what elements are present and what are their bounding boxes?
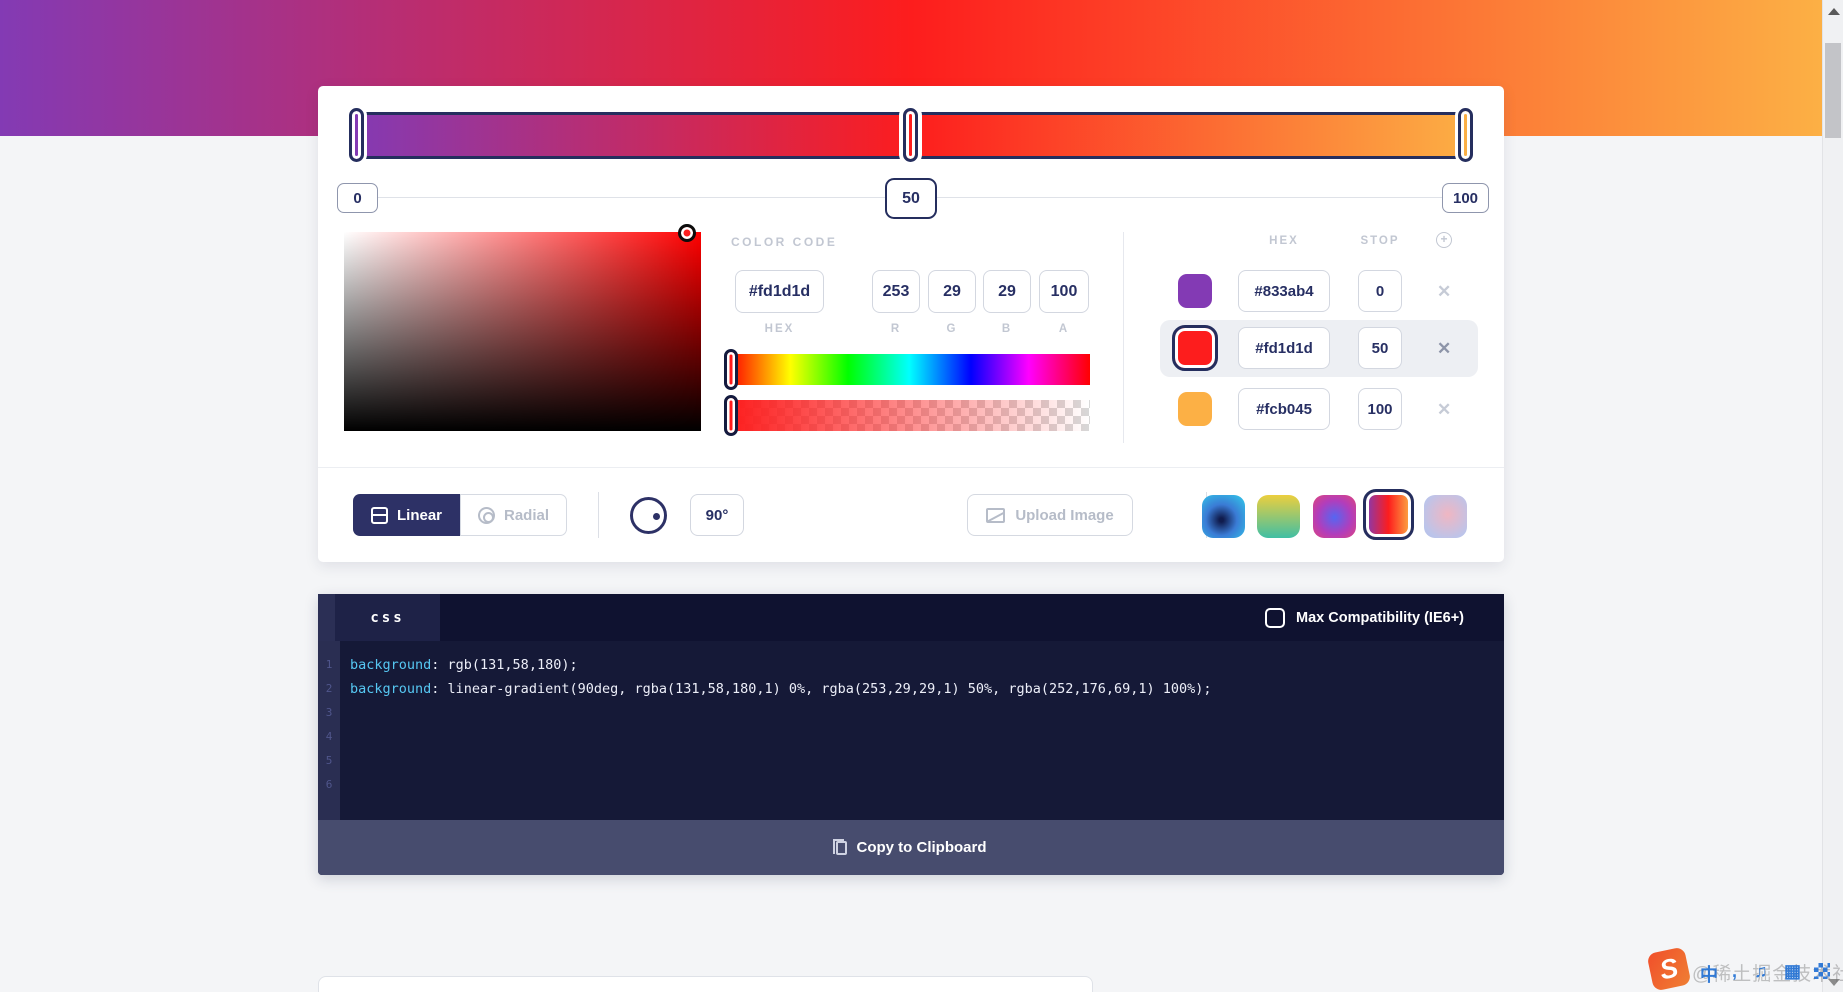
divider: [1123, 232, 1124, 443]
stop-handle-0[interactable]: [349, 108, 364, 162]
ime-microphone-icon: ♫: [1754, 961, 1768, 981]
stop-row-swatch[interactable]: [1178, 274, 1212, 308]
delete-stop-icon[interactable]: ✕: [1437, 400, 1451, 420]
scrollbar-thumb[interactable]: [1825, 43, 1841, 138]
radial-icon: [477, 506, 495, 524]
preset-swatch-blue-magenta[interactable]: [1313, 495, 1356, 538]
saturation-black-overlay: [344, 232, 701, 431]
color-code-title: COLOR CODE: [731, 235, 838, 249]
max-compatibility-label: Max Compatibility (IE6+): [1296, 610, 1464, 626]
css-value: : linear-gradient(90deg, rgba(131,58,180…: [431, 681, 1212, 697]
radial-mode-button[interactable]: Radial: [460, 494, 567, 536]
css-value: : rgb(131,58,180);: [431, 657, 578, 673]
gutter-strip: [318, 594, 335, 641]
tab-css[interactable]: css: [335, 594, 440, 641]
stops-stop-header: STOP: [1360, 235, 1400, 247]
radial-label: Radial: [503, 506, 549, 524]
preset-swatch-soft-pink-blue[interactable]: [1424, 495, 1467, 538]
hue-handle[interactable]: [724, 349, 738, 390]
copy-to-clipboard-button[interactable]: Copy to Clipboard: [318, 820, 1504, 875]
stop-row-hex-input[interactable]: #fcb045: [1238, 388, 1330, 430]
stop-value-badge-100[interactable]: 100: [1442, 183, 1489, 213]
gradient-editor-card: 0 50 100 COLOR CODE #fd1d1d 253 29 29 10…: [318, 86, 1504, 562]
stops-hex-header: HEX: [1269, 235, 1299, 247]
stop-value-badge-50[interactable]: 50: [885, 178, 937, 219]
scrollbar-up-arrow-icon[interactable]: [1828, 8, 1840, 15]
angle-dial-dot: [653, 512, 660, 520]
code-line-2[interactable]: background: linear-gradient(90deg, rgba(…: [350, 681, 1212, 697]
clipboard-icon: [832, 838, 847, 855]
line-number: 3: [325, 706, 333, 719]
watermark: S @稀土掘金技术社区 中 , ♫ ▦: [1646, 946, 1843, 992]
g-label: G: [946, 323, 958, 335]
preset-swatch-radial-blue-cyan[interactable]: [1202, 495, 1245, 538]
g-input[interactable]: 29: [928, 270, 976, 313]
saturation-handle[interactable]: [678, 224, 696, 242]
code-panel-header: css Max Compatibility (IE6+): [318, 594, 1504, 641]
line-number: 2: [325, 682, 333, 695]
divider: [318, 467, 1504, 468]
stop-row-hex-input[interactable]: #833ab4: [1238, 270, 1330, 312]
alpha-gradient-overlay: [729, 400, 1090, 431]
linear-icon: [370, 506, 388, 524]
max-compatibility-checkbox[interactable]: [1265, 608, 1285, 628]
line-number: 5: [325, 754, 333, 767]
ime-keyboard-icon: ▦: [1784, 961, 1802, 981]
copy-label: Copy to Clipboard: [856, 839, 987, 856]
stop-row-stop-input[interactable]: 0: [1358, 270, 1402, 312]
delete-stop-icon[interactable]: ✕: [1437, 339, 1451, 359]
stop-value-badge-0[interactable]: 0: [337, 183, 378, 213]
stop-handle-100[interactable]: [1458, 108, 1473, 162]
preset-swatch-purple-red-orange-selected[interactable]: [1363, 489, 1414, 540]
line-number-gutter: 1 2 3 4 5 6: [318, 641, 340, 820]
hue-slider[interactable]: [729, 354, 1090, 385]
b-input[interactable]: 29: [983, 270, 1031, 313]
csdn-logo-icon: S: [1646, 946, 1692, 992]
gradient-generator-page: { "banner": { "gradient_css": "linear-gr…: [0, 0, 1843, 992]
css-code-panel: css Max Compatibility (IE6+) 1 2 3 4 5 6…: [318, 594, 1504, 875]
stop-row-swatch[interactable]: [1178, 392, 1212, 426]
ime-toolbox-grid-icon: [1814, 963, 1830, 979]
line-number: 4: [325, 730, 333, 743]
ime-chinese-mode-icon: 中: [1700, 965, 1718, 985]
a-input[interactable]: 100: [1039, 270, 1089, 313]
stop-row-hex-input[interactable]: #fd1d1d: [1238, 327, 1330, 369]
saturation-picker[interactable]: [344, 224, 701, 431]
add-stop-icon[interactable]: +: [1436, 232, 1452, 248]
stop-row-stop-input[interactable]: 100: [1358, 388, 1402, 430]
upload-label: Upload Image: [1015, 506, 1114, 524]
ime-punctuation-icon: ,: [1732, 961, 1738, 981]
line-number: 1: [325, 658, 333, 671]
line-number: 6: [325, 778, 333, 791]
upload-image-button[interactable]: Upload Image: [967, 494, 1133, 536]
scrollbar[interactable]: [1822, 0, 1843, 992]
alpha-slider[interactable]: [729, 400, 1090, 431]
linear-mode-button[interactable]: Linear: [353, 494, 460, 536]
code-line-1[interactable]: background: rgb(131,58,180);: [350, 657, 578, 673]
angle-dial[interactable]: [630, 497, 667, 534]
stop-row-swatch-selected[interactable]: [1172, 325, 1218, 371]
hex-input[interactable]: #fd1d1d: [735, 270, 824, 313]
a-label: A: [1058, 323, 1070, 335]
b-label: B: [1001, 323, 1013, 335]
alpha-handle[interactable]: [724, 395, 738, 436]
r-label: R: [890, 323, 902, 335]
next-section-card: [318, 976, 1093, 992]
css-property: background: [350, 657, 432, 673]
css-property: background: [350, 681, 432, 697]
image-icon: [986, 507, 1006, 523]
linear-label: Linear: [396, 506, 442, 524]
stop-row-stop-input[interactable]: 50: [1358, 327, 1402, 369]
stop-handle-50[interactable]: [903, 108, 918, 162]
delete-stop-icon[interactable]: ✕: [1437, 282, 1451, 302]
angle-input[interactable]: 90°: [690, 494, 744, 536]
preset-swatch-yellow-teal[interactable]: [1257, 495, 1300, 538]
divider: [598, 492, 599, 538]
r-input[interactable]: 253: [872, 270, 920, 313]
hex-label: HEX: [764, 323, 795, 335]
